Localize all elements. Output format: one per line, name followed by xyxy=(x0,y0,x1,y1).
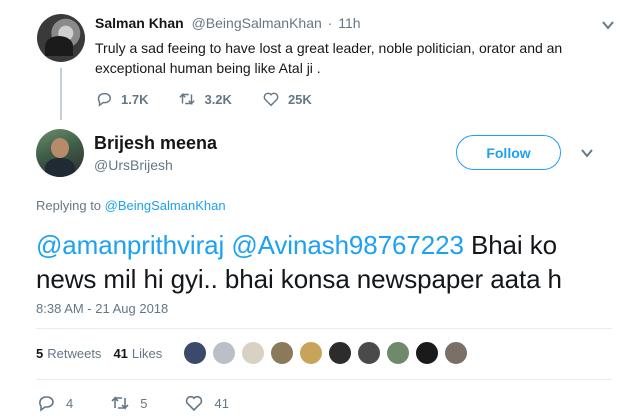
parent-tweet-header: Salman Khan @BeingSalmanKhan · 11h xyxy=(95,15,361,31)
liker-avatar[interactable] xyxy=(386,341,410,365)
liker-avatar[interactable] xyxy=(299,341,323,365)
liker-avatar[interactable] xyxy=(444,341,468,365)
divider xyxy=(36,328,612,329)
heart-icon xyxy=(186,395,203,412)
retweet-count: 5 xyxy=(140,395,148,411)
parent-like-count: 25K xyxy=(287,91,312,107)
liker-avatar[interactable] xyxy=(183,341,207,365)
parent-author-handle[interactable]: @BeingSalmanKhan xyxy=(192,15,322,31)
divider xyxy=(36,379,612,380)
retweet-icon xyxy=(179,92,196,106)
more-options-chevron-icon[interactable] xyxy=(580,146,594,160)
follow-button[interactable]: Follow xyxy=(456,135,561,170)
header-separator: · xyxy=(327,15,333,31)
parent-tweet[interactable]: Salman Khan @BeingSalmanKhan · 11h Truly… xyxy=(0,0,627,120)
replying-to-link[interactable]: @BeingSalmanKhan xyxy=(105,198,226,213)
parent-reply-button[interactable]: 1.7K xyxy=(95,90,148,108)
thread-connector-line xyxy=(60,68,62,120)
parent-retweet-count: 3.2K xyxy=(204,91,232,107)
retweets-stat[interactable]: 5 Retweets xyxy=(36,346,101,361)
retweets-stat-count: 5 xyxy=(36,346,44,361)
like-button[interactable]: 41 xyxy=(184,393,229,413)
likes-stat-label: Likes xyxy=(131,346,163,361)
liker-avatar[interactable] xyxy=(241,341,265,365)
parent-reply-count: 1.7K xyxy=(121,91,149,107)
likes-stat-count: 41 xyxy=(113,346,128,361)
reply-icon xyxy=(39,396,54,412)
tweet-text: @amanprithviraj @Avinash98767223 Bhai ko… xyxy=(36,228,616,296)
tweet-actions: 4 5 41 xyxy=(36,393,266,413)
retweet-button[interactable]: 5 xyxy=(110,393,147,413)
parent-tweet-actions: 1.7K 3.2K 25K xyxy=(95,90,342,108)
likers-avatar-list xyxy=(183,341,473,365)
liker-avatar[interactable] xyxy=(357,341,381,365)
retweets-stat-label: Retweets xyxy=(47,346,102,361)
author-name[interactable]: Brijesh meena xyxy=(94,133,217,154)
reply-icon xyxy=(97,92,111,107)
like-count: 41 xyxy=(214,395,229,411)
author-handle[interactable]: @UrsBrijesh xyxy=(94,157,173,173)
parent-avatar[interactable] xyxy=(37,14,85,62)
author-avatar[interactable] xyxy=(36,129,84,177)
mention-link[interactable]: @Avinash98767223 xyxy=(231,230,464,260)
tweet-timestamp[interactable]: 8:38 AM - 21 Aug 2018 xyxy=(36,301,168,316)
liker-avatar[interactable] xyxy=(328,341,352,365)
tweet-stats: 5 Retweets 41 Likes xyxy=(36,346,174,361)
replying-to-line: Replying to @BeingSalmanKhan xyxy=(36,198,226,213)
liker-avatar[interactable] xyxy=(212,341,236,365)
parent-like-button[interactable]: 25K xyxy=(262,90,312,108)
likes-stat[interactable]: 41 Likes xyxy=(113,346,162,361)
liker-avatar[interactable] xyxy=(270,341,294,365)
heart-icon xyxy=(263,92,279,107)
retweet-icon xyxy=(111,396,129,410)
parent-more-chevron-icon[interactable] xyxy=(601,18,615,32)
parent-tweet-time[interactable]: 11h xyxy=(338,15,360,31)
parent-tweet-text: Truly a sad feeing to have lost a great … xyxy=(95,40,563,76)
liker-avatar[interactable] xyxy=(415,341,439,365)
parent-retweet-button[interactable]: 3.2K xyxy=(178,90,232,108)
reply-button[interactable]: 4 xyxy=(36,393,73,413)
replying-prefix: Replying to xyxy=(36,198,102,213)
reply-count: 4 xyxy=(66,395,74,411)
mention-link[interactable]: @amanprithviraj xyxy=(36,230,224,260)
parent-author-name[interactable]: Salman Khan xyxy=(95,15,184,31)
